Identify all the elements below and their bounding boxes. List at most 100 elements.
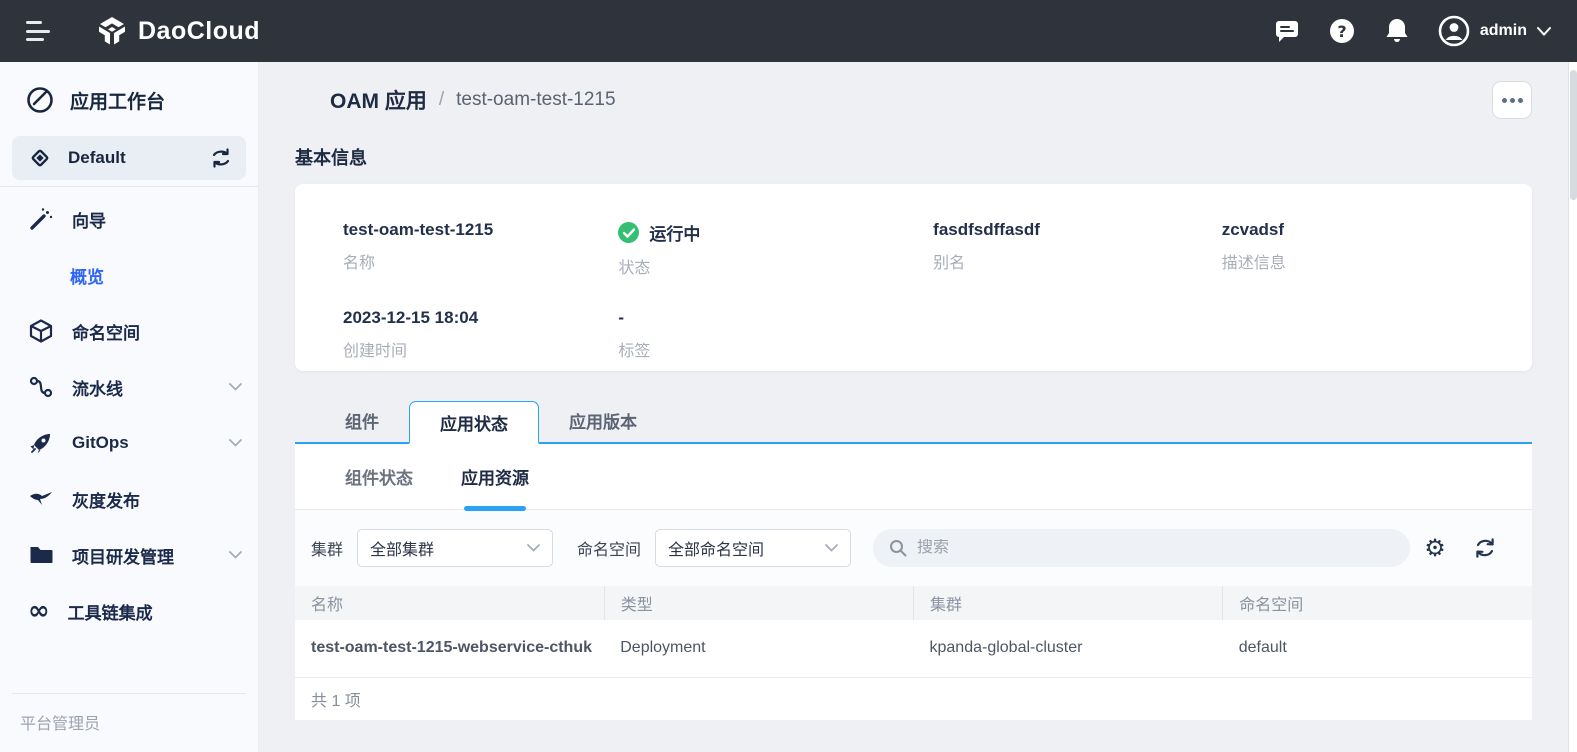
cell-resource-namespace: default — [1222, 620, 1532, 678]
cell-resource-name[interactable]: test-oam-test-1215-webservice-cthuk — [295, 620, 605, 678]
breadcrumb-current: test-oam-test-1215 — [456, 89, 616, 110]
bell-icon — [1385, 18, 1409, 44]
scrollbar[interactable] — [1568, 62, 1577, 752]
sidebar-item-namespace[interactable]: 命名空间 — [0, 303, 258, 359]
subtab-component-status[interactable]: 组件状态 — [345, 444, 413, 509]
sub-tab-bar: 组件状态 应用资源 — [295, 444, 1532, 510]
field-label: 名称 — [343, 255, 376, 272]
tab-app-versions[interactable]: 应用版本 — [539, 399, 667, 442]
sidebar-footer: 平台管理员 — [0, 693, 258, 752]
table-settings-button[interactable]: ⚙ — [1422, 535, 1448, 561]
sidebar-item-pipeline[interactable]: 流水线 — [0, 359, 258, 415]
chat-icon — [1274, 19, 1300, 43]
table-header-row: 名称 类型 集群 命名空间 — [295, 586, 1532, 620]
column-header-cluster[interactable]: 集群 — [913, 586, 1224, 620]
search-box[interactable] — [873, 529, 1410, 567]
breadcrumb-root[interactable]: OAM 应用 — [330, 85, 427, 115]
field-status: 运行中 状态 — [618, 220, 933, 278]
sidebar-item-gitops[interactable]: GitOps — [0, 415, 258, 471]
sidebar-item-gray-release[interactable]: 灰度发布 — [0, 471, 258, 527]
cluster-select[interactable]: 全部集群 — [357, 529, 554, 567]
sidebar: 应用工作台 Default 向导 概览 命名空间 流水线 GitOps 灰度发布… — [0, 62, 259, 752]
scrollbar-thumb[interactable] — [1570, 70, 1577, 200]
feedback-button[interactable] — [1273, 17, 1301, 45]
help-button[interactable]: ? — [1328, 17, 1356, 45]
folder-icon — [28, 542, 54, 568]
more-actions-button[interactable] — [1492, 81, 1532, 119]
oam-app-icon — [295, 90, 316, 111]
cube-icon — [28, 318, 54, 344]
field-value: 2023-12-15 18:04 — [343, 308, 479, 327]
tab-bar: 组件 应用状态 应用版本 — [295, 399, 1532, 444]
subtab-app-resources[interactable]: 应用资源 — [461, 444, 529, 509]
workbench-icon — [26, 86, 54, 114]
field-label: 状态 — [618, 260, 651, 277]
gear-icon: ⚙ — [1424, 534, 1446, 562]
bird-icon — [28, 486, 54, 512]
namespace-select-value: 全部命名空间 — [668, 542, 765, 559]
sidebar-divider — [0, 186, 258, 187]
search-icon — [889, 539, 907, 557]
sidebar-item-project-management[interactable]: 项目研发管理 — [0, 527, 258, 583]
field-labels: - 标签 — [618, 308, 933, 361]
svg-text:?: ? — [1337, 22, 1346, 41]
sidebar-item-label: 向导 — [72, 211, 106, 231]
field-value: fasdfsdffasdf — [933, 220, 1040, 239]
column-header-type[interactable]: 类型 — [604, 586, 915, 620]
workspace-diamond-icon — [28, 146, 52, 170]
namespace-select[interactable]: 全部命名空间 — [655, 529, 852, 567]
search-input[interactable] — [917, 539, 1394, 557]
chevron-down-icon — [229, 383, 242, 391]
table-row[interactable]: test-oam-test-1215-webservice-cthuk Depl… — [295, 620, 1532, 678]
status-text: 运行中 — [649, 225, 701, 244]
field-description: zcvadsf 描述信息 — [1222, 220, 1484, 278]
sidebar-item-label: 命名空间 — [72, 323, 140, 343]
namespace-filter-label: 命名空间 — [577, 542, 642, 559]
sidebar-item-toolchain[interactable]: ∞ 工具链集成 — [0, 583, 258, 639]
grid-icon — [28, 263, 52, 287]
user-name: admin — [1479, 22, 1527, 39]
section-title: 基本信息 — [295, 148, 367, 168]
sidebar-item-default-workspace[interactable]: Default — [12, 136, 246, 180]
field-value: - — [618, 308, 625, 327]
tab-components[interactable]: 组件 — [315, 399, 409, 442]
table-total-count: 共 1 项 — [295, 677, 1532, 720]
cell-resource-type: Deployment — [604, 620, 914, 678]
user-menu[interactable]: admin — [1438, 15, 1551, 47]
workspace-title: 应用工作台 — [70, 91, 166, 113]
basic-info-card: test-oam-test-1215 名称 运行中 状态 fasdfsdffas… — [295, 184, 1532, 371]
cell-resource-cluster: kpanda-global-cluster — [913, 620, 1223, 678]
sidebar-item-overview[interactable]: 概览 — [0, 247, 258, 303]
chevron-down-icon — [1537, 26, 1551, 36]
field-value: test-oam-test-1215 — [343, 220, 494, 239]
column-header-name[interactable]: 名称 — [295, 586, 605, 620]
field-name: test-oam-test-1215 名称 — [343, 220, 618, 278]
menu-icon[interactable] — [26, 21, 52, 41]
field-alias: fasdfsdffasdf 别名 — [933, 220, 1222, 278]
top-bar: DaoCloud ? admin — [0, 0, 1577, 62]
tab-app-status[interactable]: 应用状态 — [409, 401, 539, 444]
field-label: 别名 — [933, 255, 966, 272]
field-label: 标签 — [618, 343, 651, 360]
workspace-name: Default — [68, 148, 126, 167]
avatar-icon — [1438, 15, 1470, 47]
sidebar-item-wizard[interactable]: 向导 — [0, 191, 258, 247]
notifications-button[interactable] — [1383, 17, 1411, 45]
field-label: 创建时间 — [343, 343, 408, 360]
sidebar-item-label: 工具链集成 — [67, 603, 153, 623]
brand-logo[interactable]: DaoCloud — [96, 15, 260, 47]
app-status-panel: 组件状态 应用资源 集群 全部集群 命名空间 全部命名空间 搜索 ⚙ 名称 类型… — [295, 444, 1532, 720]
sidebar-workspace-header[interactable]: 应用工作台 — [0, 62, 258, 128]
field-created-at: 2023-12-15 18:04 创建时间 — [343, 308, 618, 361]
switch-workspace-icon[interactable] — [210, 148, 232, 168]
chevron-down-icon — [229, 439, 242, 447]
infinity-icon: ∞ — [28, 596, 50, 626]
help-icon: ? — [1329, 18, 1355, 44]
column-header-namespace[interactable]: 命名空间 — [1222, 586, 1532, 620]
sidebar-item-label: 项目研发管理 — [72, 547, 174, 567]
field-value: zcvadsf — [1221, 220, 1285, 239]
main-content: OAM 应用 / test-oam-test-1215 基本信息 test-oa… — [259, 62, 1568, 752]
refresh-button[interactable] — [1472, 535, 1498, 561]
sidebar-item-label: 流水线 — [72, 379, 123, 399]
pipeline-icon — [28, 374, 54, 400]
